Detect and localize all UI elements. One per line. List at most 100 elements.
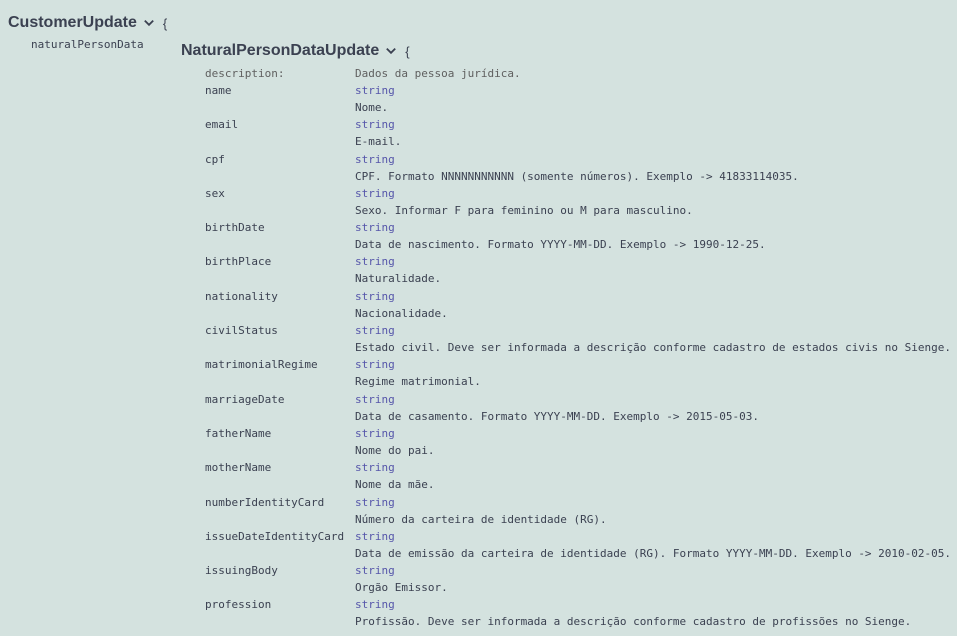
property-row: birthDate string Data de nascimento. Forma… bbox=[205, 219, 955, 253]
open-brace: { bbox=[162, 15, 168, 31]
chevron-down-icon bbox=[386, 47, 397, 55]
property-description: Sexo. Informar F para feminino ou M para… bbox=[355, 203, 693, 217]
property-name: marriageDate bbox=[205, 392, 285, 406]
property-type: string bbox=[355, 118, 395, 132]
property-header: name string bbox=[205, 82, 955, 99]
property-description-line: E-mail. bbox=[205, 133, 955, 150]
property-row: marriageDate string Data de casamento. For… bbox=[205, 391, 955, 425]
property-name: sex bbox=[205, 186, 225, 200]
property-type: string bbox=[355, 358, 395, 372]
property-name: issueDateIdentityCard bbox=[205, 529, 345, 543]
property-description-line: Orgão Emissor. bbox=[205, 579, 955, 596]
property-row: birthPlace string Naturalidade. bbox=[205, 253, 955, 287]
property-name: birthPlace bbox=[205, 255, 272, 269]
property-type: string bbox=[355, 564, 395, 578]
property-header: matrimonialRegime string bbox=[205, 356, 955, 373]
property-type: string bbox=[355, 495, 395, 509]
property-description-line: Profissão. Deve ser informada a descriçã… bbox=[205, 613, 955, 630]
property-row: issuingBody string Orgão Emissor. bbox=[205, 562, 955, 596]
property-header: civilStatus string bbox=[205, 322, 955, 339]
property-row: numberIdentityCard string Número da cartei… bbox=[205, 494, 955, 528]
property-description: E-mail. bbox=[355, 135, 402, 149]
property-row: matrimonialRegime string Regime matrimonia… bbox=[205, 356, 955, 390]
property-type: string bbox=[355, 186, 395, 200]
property-row: name string Nome. bbox=[205, 82, 955, 116]
property-type: string bbox=[355, 255, 395, 269]
property-description: Nome do pai. bbox=[355, 443, 435, 457]
property-description-line: Data de casamento. Formato YYYY-MM-DD. E… bbox=[205, 408, 955, 425]
property-header: fatherName string bbox=[205, 425, 955, 442]
property-row: email string E-mail. bbox=[205, 116, 955, 150]
property-header: nationality string bbox=[205, 288, 955, 305]
property-row: nationality string Nacionalidade. bbox=[205, 288, 955, 322]
property-header: birthPlace string bbox=[205, 253, 955, 270]
description-key: description: bbox=[205, 67, 285, 80]
natural-person-data-update-model-toggle[interactable]: NaturalPersonDataUpdate { bbox=[181, 42, 410, 60]
property-row: profession string Profissão. Deve ser info… bbox=[205, 596, 955, 630]
property-description: Profissão. Deve ser informada a descriçã… bbox=[355, 615, 912, 629]
property-name: matrimonialRegime bbox=[205, 358, 318, 372]
property-row: motherName string Nome da mãe. bbox=[205, 459, 955, 493]
property-row: fatherName string Nome do pai. bbox=[205, 425, 955, 459]
property-header: numberIdentityCard string bbox=[205, 494, 955, 511]
property-description: CPF. Formato NNNNNNNNNNN (somente número… bbox=[355, 169, 799, 183]
description-value: Dados da pessoa jurídica. bbox=[355, 67, 521, 80]
property-header: sex string bbox=[205, 185, 955, 202]
property-name-natural-person-data: naturalPersonData bbox=[31, 38, 144, 51]
property-row: sex string Sexo. Informar F para feminino … bbox=[205, 185, 955, 219]
property-type: string bbox=[355, 84, 395, 97]
property-type: string bbox=[355, 289, 395, 303]
property-description-line: Naturalidade. bbox=[205, 270, 955, 287]
property-type: string bbox=[355, 221, 395, 235]
property-description: Data de casamento. Formato YYYY-MM-DD. E… bbox=[355, 409, 759, 423]
property-description: Número da carteira de identidade (RG). bbox=[355, 512, 607, 526]
property-description: Nome da mãe. bbox=[355, 478, 435, 492]
property-description-line: Nome da mãe. bbox=[205, 476, 955, 493]
property-header: email string bbox=[205, 116, 955, 133]
property-header: marriageDate string bbox=[205, 391, 955, 408]
property-type: string bbox=[355, 152, 395, 166]
natural-person-data-update-title: NaturalPersonDataUpdate bbox=[181, 42, 380, 59]
property-header: cpf string bbox=[205, 151, 955, 168]
property-type: string bbox=[355, 461, 395, 475]
property-description-line: Nome do pai. bbox=[205, 442, 955, 459]
property-name: fatherName bbox=[205, 426, 272, 440]
property-name: civilStatus bbox=[205, 324, 278, 338]
property-description-line: Sexo. Informar F para feminino ou M para… bbox=[205, 202, 955, 219]
property-description-line: Nome. bbox=[205, 99, 955, 116]
property-description: Regime matrimonial. bbox=[355, 375, 481, 389]
property-description: Nacionalidade. bbox=[355, 306, 448, 320]
property-type: string bbox=[355, 529, 395, 543]
customer-update-model-toggle[interactable]: CustomerUpdate { bbox=[8, 14, 167, 32]
property-row: cpf string CPF. Formato NNNNNNNNNNN (somen… bbox=[205, 151, 955, 185]
property-type: string bbox=[355, 392, 395, 406]
customer-update-title: CustomerUpdate bbox=[8, 14, 137, 31]
property-header: issuingBody string bbox=[205, 562, 955, 579]
property-description-line: Regime matrimonial. bbox=[205, 373, 955, 390]
property-name: issuingBody bbox=[205, 564, 278, 578]
property-description-line: Nacionalidade. bbox=[205, 305, 955, 322]
property-name: profession bbox=[205, 598, 272, 612]
property-header: profession string bbox=[205, 596, 955, 613]
property-name: nationality bbox=[205, 289, 278, 303]
property-name: name bbox=[205, 84, 232, 97]
property-description-line: Número da carteira de identidade (RG). bbox=[205, 511, 955, 528]
property-type: string bbox=[355, 426, 395, 440]
model-properties: description: Dados da pessoa jurídica. n… bbox=[205, 65, 955, 631]
property-description: Naturalidade. bbox=[355, 272, 442, 286]
property-name: motherName bbox=[205, 461, 272, 475]
property-description-line: CPF. Formato NNNNNNNNNNN (somente número… bbox=[205, 168, 955, 185]
property-description-line: Data de emissão da carteira de identidad… bbox=[205, 545, 955, 562]
